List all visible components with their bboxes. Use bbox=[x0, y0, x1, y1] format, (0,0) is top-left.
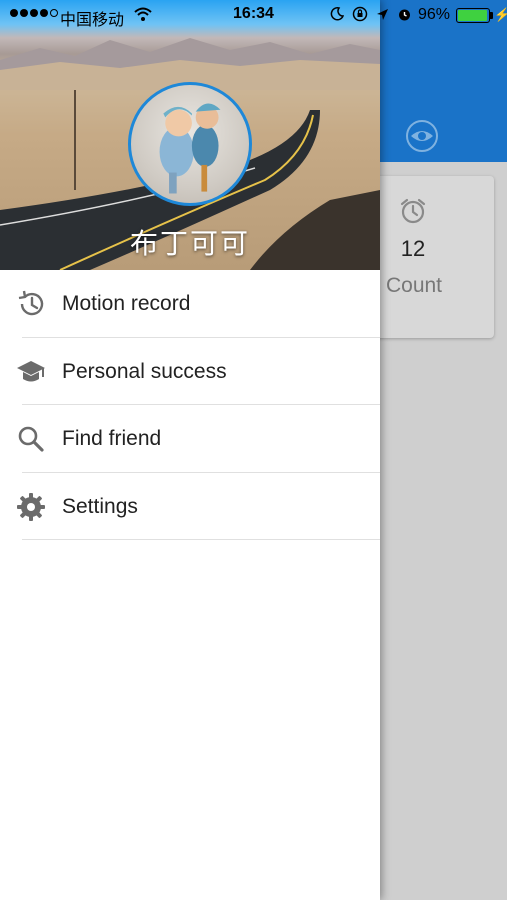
menu-item-label: Personal success bbox=[62, 359, 227, 383]
eye-icon[interactable] bbox=[404, 118, 440, 154]
menu-item-label: Find friend bbox=[62, 427, 162, 450]
rotation-lock-icon bbox=[352, 6, 368, 22]
history-icon bbox=[18, 290, 44, 316]
count-label: Count bbox=[385, 274, 443, 297]
alarm-icon bbox=[400, 198, 426, 224]
battery-fill bbox=[458, 10, 487, 21]
menu-item-motion-record[interactable]: Motion record bbox=[0, 270, 380, 338]
search-icon bbox=[18, 426, 44, 452]
drawer-menu: Motion record Personal success Find frie… bbox=[0, 270, 380, 540]
menu-item-label: Settings bbox=[62, 494, 138, 518]
status-bar: 中国移动 16:34 96% ⚡ bbox=[0, 0, 507, 30]
menu-item-find-friend[interactable]: Find friend bbox=[0, 405, 380, 473]
location-arrow-icon bbox=[377, 8, 388, 20]
menu-item-settings[interactable]: Settings bbox=[0, 473, 380, 541]
battery-percent: 96% bbox=[418, 6, 451, 23]
avatar[interactable] bbox=[128, 82, 252, 206]
battery-icon bbox=[456, 8, 490, 23]
school-icon bbox=[17, 360, 45, 381]
navigation-drawer: 布丁可可 Motion record Personal success Find… bbox=[0, 0, 380, 900]
charging-bolt-icon: ⚡ bbox=[494, 7, 507, 22]
menu-item-personal-success[interactable]: Personal success bbox=[0, 338, 380, 406]
count-value: 12 bbox=[400, 236, 426, 261]
menu-item-label: Motion record bbox=[62, 292, 191, 315]
moon-icon bbox=[330, 7, 344, 21]
status-icons bbox=[330, 6, 412, 22]
gear-icon bbox=[17, 492, 45, 521]
battery-tip bbox=[490, 12, 493, 19]
username: 布丁可可 bbox=[129, 228, 250, 259]
alarm-clock-icon bbox=[399, 9, 410, 20]
drawer-header: 布丁可可 bbox=[0, 0, 380, 270]
